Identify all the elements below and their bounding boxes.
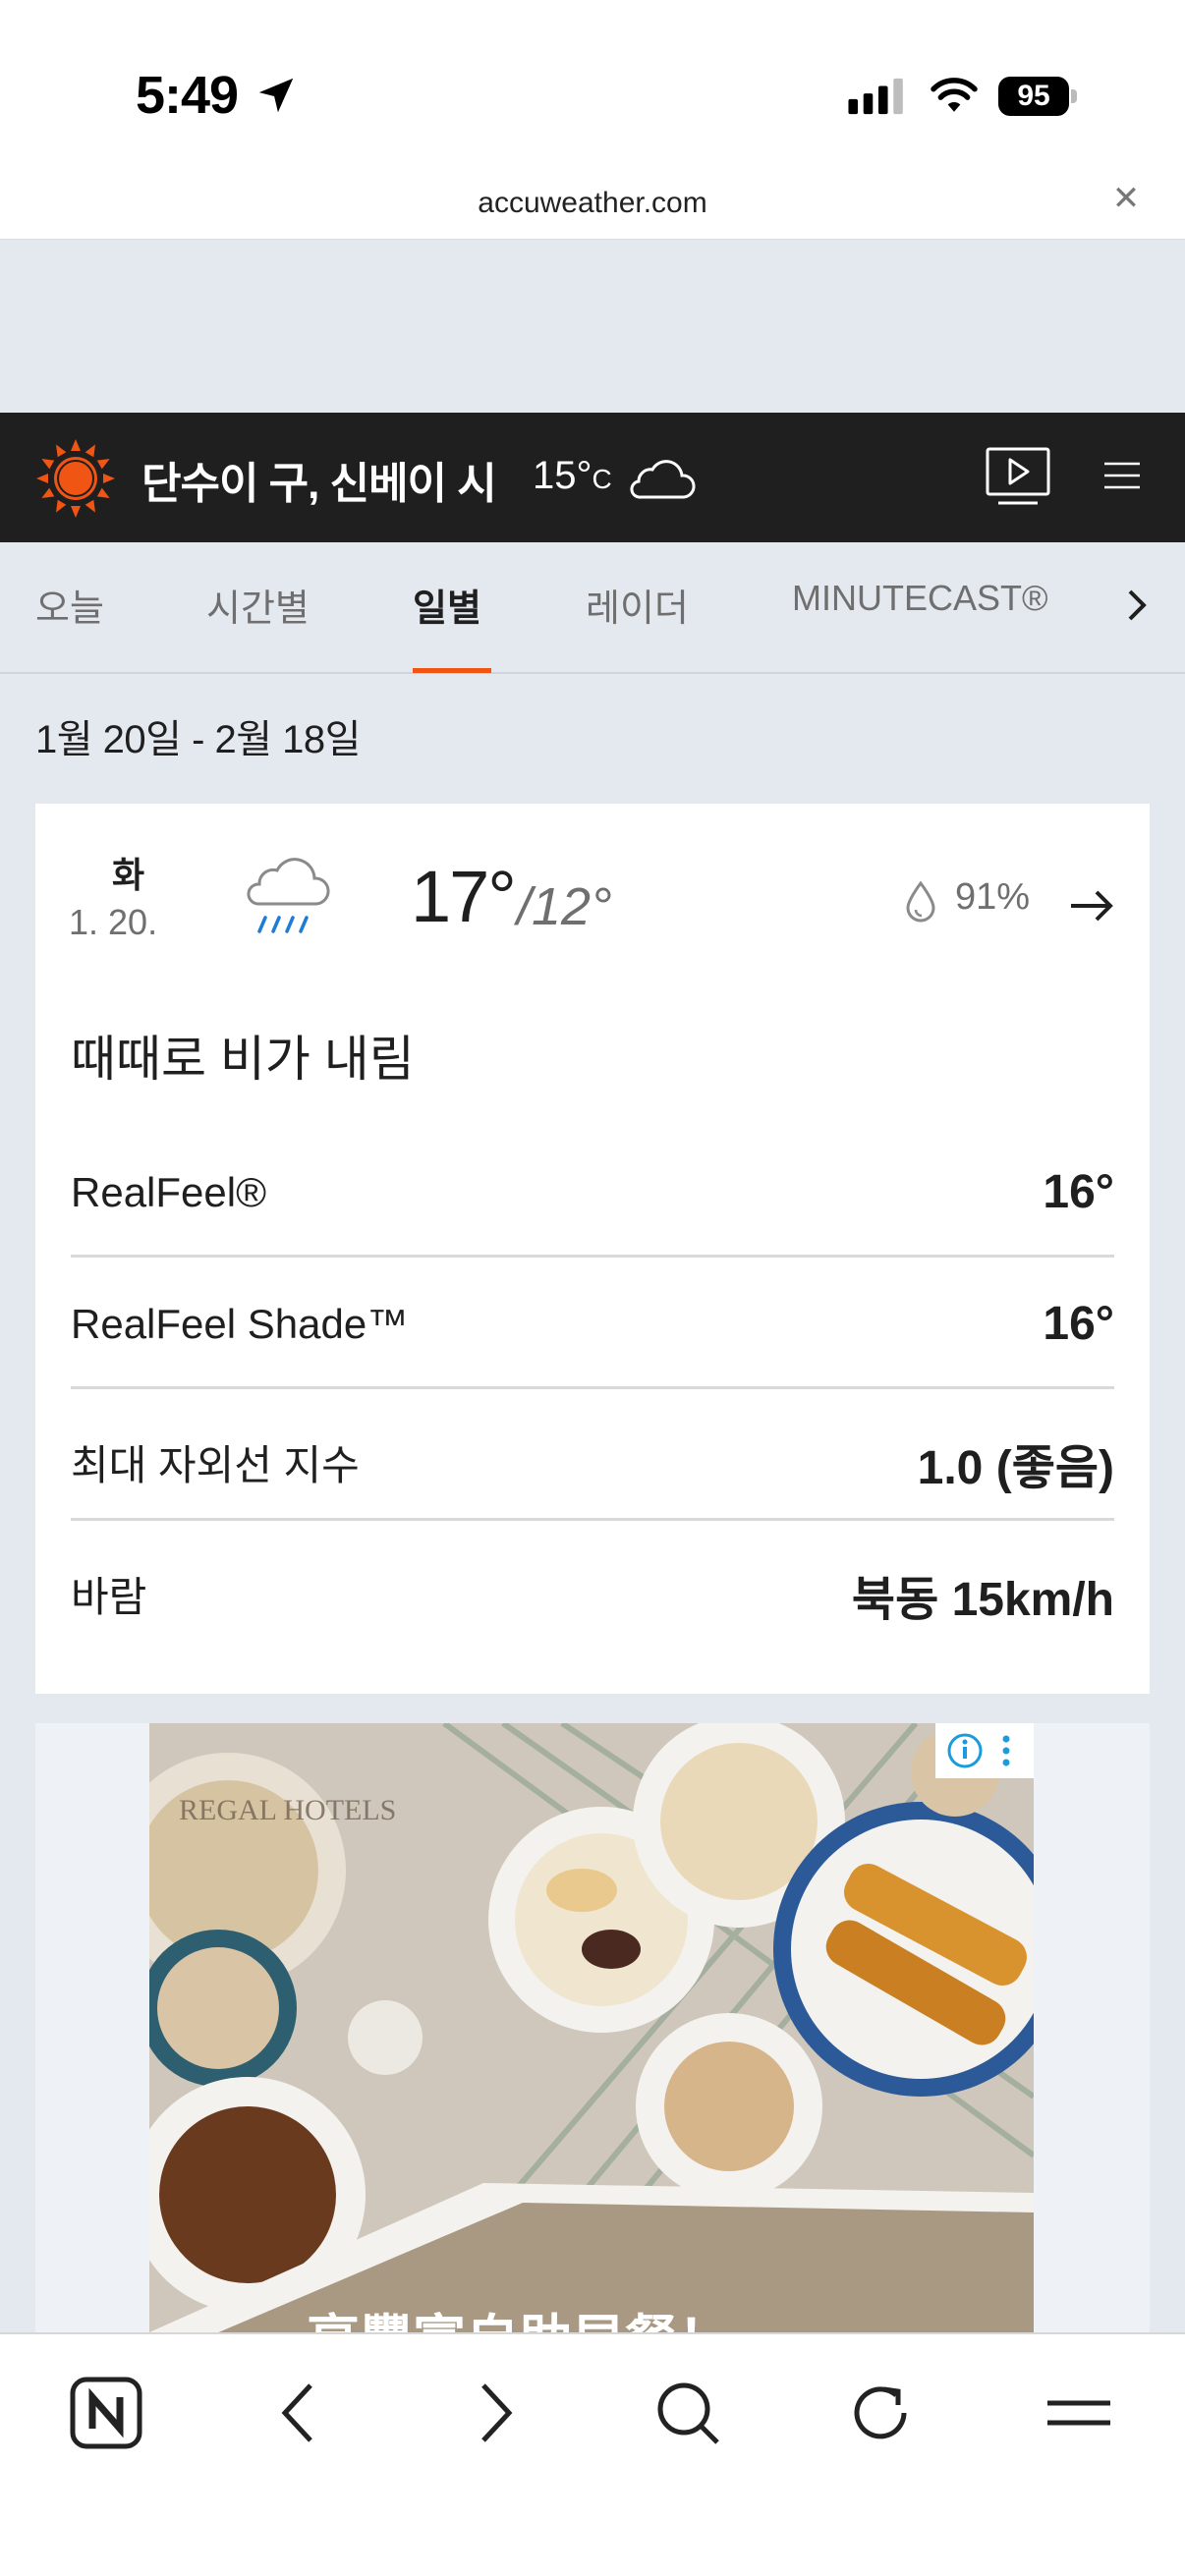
detail-row-uv-index: 최대 자외선 지수 1.0 (좋음) [71,1389,1114,1521]
forecast-tabs: 오늘 시간별 일별 레이더 MINUTECAST® [0,542,1185,674]
wifi-icon [931,78,978,112]
url-bar[interactable]: accuweather.com ✕ [0,157,1185,240]
location-arrow-icon [258,78,294,113]
detail-label: RealFeel® [71,1169,267,1215]
tab-minutecast[interactable]: MINUTECAST® [792,578,1048,619]
close-icon[interactable]: ✕ [1108,181,1144,216]
rain-cloud-icon [247,858,330,933]
url-text[interactable]: accuweather.com [0,187,1185,220]
detail-label: 바람 [71,1574,147,1620]
detail-label: RealFeel Shade™ [71,1301,409,1347]
chevron-right-icon[interactable] [1120,586,1154,625]
ad-container: REGAL HOTELS 享豐富自助早餐！ [35,1723,1150,2362]
raindrop-icon [906,880,935,923]
tab-daily[interactable]: 일별 [413,578,481,632]
hamburger-menu-icon[interactable] [1102,458,1142,493]
detail-value: 16° [1043,1166,1114,1218]
forward-icon[interactable] [454,2374,533,2452]
status-time: 5:49 [136,66,239,125]
page: 5:49 95 accuweather.com ✕ 단수이 구, 신베이 시 1… [0,0,1185,2576]
date-range: 1월 20일 - 2월 18일 [35,718,361,761]
detail-row-wind: 바람 북동 15km/h [71,1521,1114,1652]
battery-percent: 95 [1017,80,1050,112]
cellular-signal-icon [848,78,903,115]
arrow-right-icon[interactable] [1069,888,1114,924]
weather-phrase: 때때로 비가 내림 [71,1032,415,1087]
daily-forecast-card[interactable]: 화 1. 20. 17° /12° 91% 때때로 비가 내림 RealFeel… [35,804,1150,1694]
detail-row-realfeel: RealFeel® 16° [71,1126,1114,1258]
svg-text:REGAL HOTELS: REGAL HOTELS [179,1794,396,1826]
tab-today[interactable]: 오늘 [35,578,104,632]
site-header: 단수이 구, 신베이 시 15°C [0,413,1185,542]
menu-icon[interactable] [1040,2374,1118,2452]
refresh-icon[interactable] [843,2374,922,2452]
low-temp: /12° [517,877,612,936]
day-date: 1. 20. [69,902,158,942]
detail-value: 북동 15km/h [851,1574,1114,1626]
detail-value: 16° [1043,1298,1114,1350]
precip-chance: 91% [955,876,1031,918]
back-icon[interactable] [261,2374,340,2452]
tab-radar[interactable]: 레이더 [586,578,689,632]
tab-hourly[interactable]: 시간별 [206,578,310,632]
ad-banner[interactable]: REGAL HOTELS 享豐富自助早餐！ [149,1723,1034,2362]
info-icon[interactable] [935,1723,1034,1778]
day-of-week: 화 [112,855,145,895]
video-icon[interactable] [985,446,1051,507]
detail-value: 1.0 (좋음) [917,1442,1114,1494]
naver-home-icon[interactable] [67,2374,145,2452]
battery-icon: 95 [998,77,1077,116]
food-photo-image: REGAL HOTELS 享豐富自助早餐！ [149,1723,1034,2362]
active-tab-indicator [413,668,491,673]
status-bar: 5:49 95 [0,0,1185,157]
search-icon[interactable] [649,2374,727,2452]
cloud-icon [630,460,696,499]
header-location[interactable]: 단수이 구, 신베이 시 [141,448,497,511]
ad-info-badge[interactable] [935,1723,1034,1778]
detail-row-realfeel-shade: RealFeel Shade™ 16° [71,1258,1114,1389]
browser-toolbar [0,2332,1185,2576]
high-temp: 17° [411,856,517,937]
header-temp: 15°C [533,454,612,497]
sun-logo-icon[interactable] [33,436,118,521]
detail-label: 최대 자외선 지수 [71,1442,360,1488]
